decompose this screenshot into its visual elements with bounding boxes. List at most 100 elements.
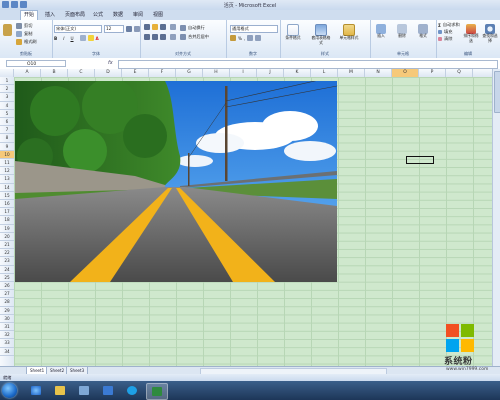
insert-cells-button[interactable]: 插入 xyxy=(371,24,391,39)
merge-center-button[interactable]: 合并后居中 xyxy=(180,34,209,40)
tab-review[interactable]: 审阅 xyxy=(130,11,146,19)
align-top-icon[interactable] xyxy=(144,24,150,30)
taskbar-computer[interactable] xyxy=(74,383,94,398)
formula-input[interactable] xyxy=(118,60,498,69)
fx-label[interactable]: fx xyxy=(108,60,113,66)
tab-insert[interactable]: 插入 xyxy=(42,11,58,19)
column-header[interactable]: Q xyxy=(446,69,473,77)
column-header[interactable]: H xyxy=(203,69,230,77)
row-header[interactable]: 1 xyxy=(0,77,14,86)
number-format-select[interactable]: 通用格式 xyxy=(230,25,278,33)
taskbar-explorer[interactable] xyxy=(50,383,70,398)
copy-button[interactable]: 复制 xyxy=(16,31,32,37)
select-all-corner[interactable] xyxy=(0,69,14,77)
row-header[interactable]: 12 xyxy=(0,167,14,176)
row-header[interactable]: 8 xyxy=(0,134,14,143)
row-header[interactable]: 29 xyxy=(0,307,14,315)
taskbar-media[interactable] xyxy=(98,383,118,398)
start-button[interactable] xyxy=(2,383,17,398)
row-header[interactable]: 18 xyxy=(0,216,14,225)
row-header[interactable]: 27 xyxy=(0,290,14,299)
currency-icon[interactable] xyxy=(230,35,236,41)
row-header[interactable]: 9 xyxy=(0,143,14,151)
align-bottom-icon[interactable] xyxy=(160,24,166,30)
scrollbar-thumb[interactable] xyxy=(494,71,500,113)
column-header[interactable]: B xyxy=(41,69,68,77)
taskbar-excel[interactable] xyxy=(146,383,168,400)
border-icon[interactable] xyxy=(79,35,86,41)
row-header[interactable]: 3 xyxy=(0,93,14,102)
font-size-select[interactable]: 12 xyxy=(104,25,124,33)
row-header[interactable]: 6 xyxy=(0,118,14,127)
sort-filter-button[interactable]: 排序和筛选 xyxy=(462,24,480,43)
comma-button[interactable]: , xyxy=(244,36,245,41)
name-box[interactable]: O10 xyxy=(6,60,66,67)
align-right-icon[interactable] xyxy=(160,34,166,40)
row-header[interactable]: 19 xyxy=(0,225,14,233)
row-header[interactable]: 23 xyxy=(0,257,14,266)
row-header[interactable]: 22 xyxy=(0,249,14,258)
row-header[interactable]: 20 xyxy=(0,233,14,241)
italic-button[interactable]: I xyxy=(63,36,64,41)
font-color-button[interactable]: A xyxy=(96,36,99,41)
column-header[interactable]: O xyxy=(392,69,419,77)
row-header[interactable]: 33 xyxy=(0,339,14,348)
indent-icon[interactable] xyxy=(170,34,176,40)
column-header[interactable]: M xyxy=(338,69,365,77)
column-header[interactable]: N xyxy=(365,69,392,77)
column-header[interactable]: E xyxy=(122,69,149,77)
autosum-button[interactable]: Σ 自动求和 xyxy=(438,22,460,28)
column-header[interactable]: D xyxy=(95,69,122,77)
increase-decimal-icon[interactable] xyxy=(247,35,254,41)
tab-view[interactable]: 视图 xyxy=(150,11,166,19)
row-header[interactable]: 7 xyxy=(0,126,14,135)
bold-button[interactable]: B xyxy=(54,36,57,41)
column-header[interactable]: I xyxy=(230,69,257,77)
fill-color-icon[interactable] xyxy=(87,35,94,41)
column-header[interactable]: A xyxy=(14,69,41,77)
row-header[interactable]: 30 xyxy=(0,315,14,323)
row-header[interactable]: 31 xyxy=(0,323,14,332)
wrap-text-button[interactable]: 自动换行 xyxy=(180,25,205,31)
format-painter-button[interactable]: 格式刷 xyxy=(16,39,37,45)
row-header[interactable]: 5 xyxy=(0,110,14,118)
underline-button[interactable]: U xyxy=(70,36,73,41)
grow-font-icon[interactable] xyxy=(126,26,132,32)
row-header[interactable]: 21 xyxy=(0,241,14,250)
row-header[interactable]: 24 xyxy=(0,266,14,274)
fill-button[interactable]: 填充 xyxy=(438,29,452,35)
row-header[interactable]: 13 xyxy=(0,175,14,184)
clear-button[interactable]: 清除 xyxy=(438,36,452,42)
taskbar-skype[interactable] xyxy=(122,383,142,398)
tab-page-layout[interactable]: 页面布局 xyxy=(62,11,88,19)
row-header[interactable]: 10 xyxy=(0,150,14,159)
paste-button[interactable] xyxy=(1,24,13,36)
column-header[interactable]: G xyxy=(176,69,203,77)
row-header[interactable]: 17 xyxy=(0,208,14,217)
column-header[interactable]: F xyxy=(149,69,176,77)
tab-data[interactable]: 数据 xyxy=(110,11,126,19)
decrease-decimal-icon[interactable] xyxy=(255,35,262,41)
active-cell-outline[interactable] xyxy=(406,156,434,164)
row-header[interactable]: 11 xyxy=(0,159,14,168)
find-select-button[interactable]: 查找和选择 xyxy=(481,24,499,43)
conditional-format-button[interactable]: 条件格式 xyxy=(283,24,303,41)
column-header[interactable]: K xyxy=(284,69,311,77)
row-header[interactable]: 25 xyxy=(0,274,14,282)
font-name-select[interactable]: 宋体(正文) xyxy=(54,25,102,33)
row-header[interactable]: 2 xyxy=(0,85,14,94)
format-as-table-button[interactable]: 套用表格格式 xyxy=(311,24,331,45)
row-header[interactable]: 16 xyxy=(0,200,14,209)
column-header[interactable]: J xyxy=(257,69,284,77)
cell-styles-button[interactable]: 单元格样式 xyxy=(339,24,359,41)
row-header[interactable]: 32 xyxy=(0,331,14,340)
row-header[interactable]: 15 xyxy=(0,192,14,200)
cut-button[interactable]: 剪切 xyxy=(16,23,32,29)
row-header[interactable]: 4 xyxy=(0,102,14,110)
column-header[interactable]: P xyxy=(419,69,446,77)
format-cells-button[interactable]: 格式 xyxy=(413,24,433,39)
delete-cells-button[interactable]: 删除 xyxy=(392,24,412,39)
road-photo[interactable] xyxy=(15,81,337,282)
row-header[interactable]: 28 xyxy=(0,298,14,307)
orientation-icon[interactable] xyxy=(170,24,176,30)
